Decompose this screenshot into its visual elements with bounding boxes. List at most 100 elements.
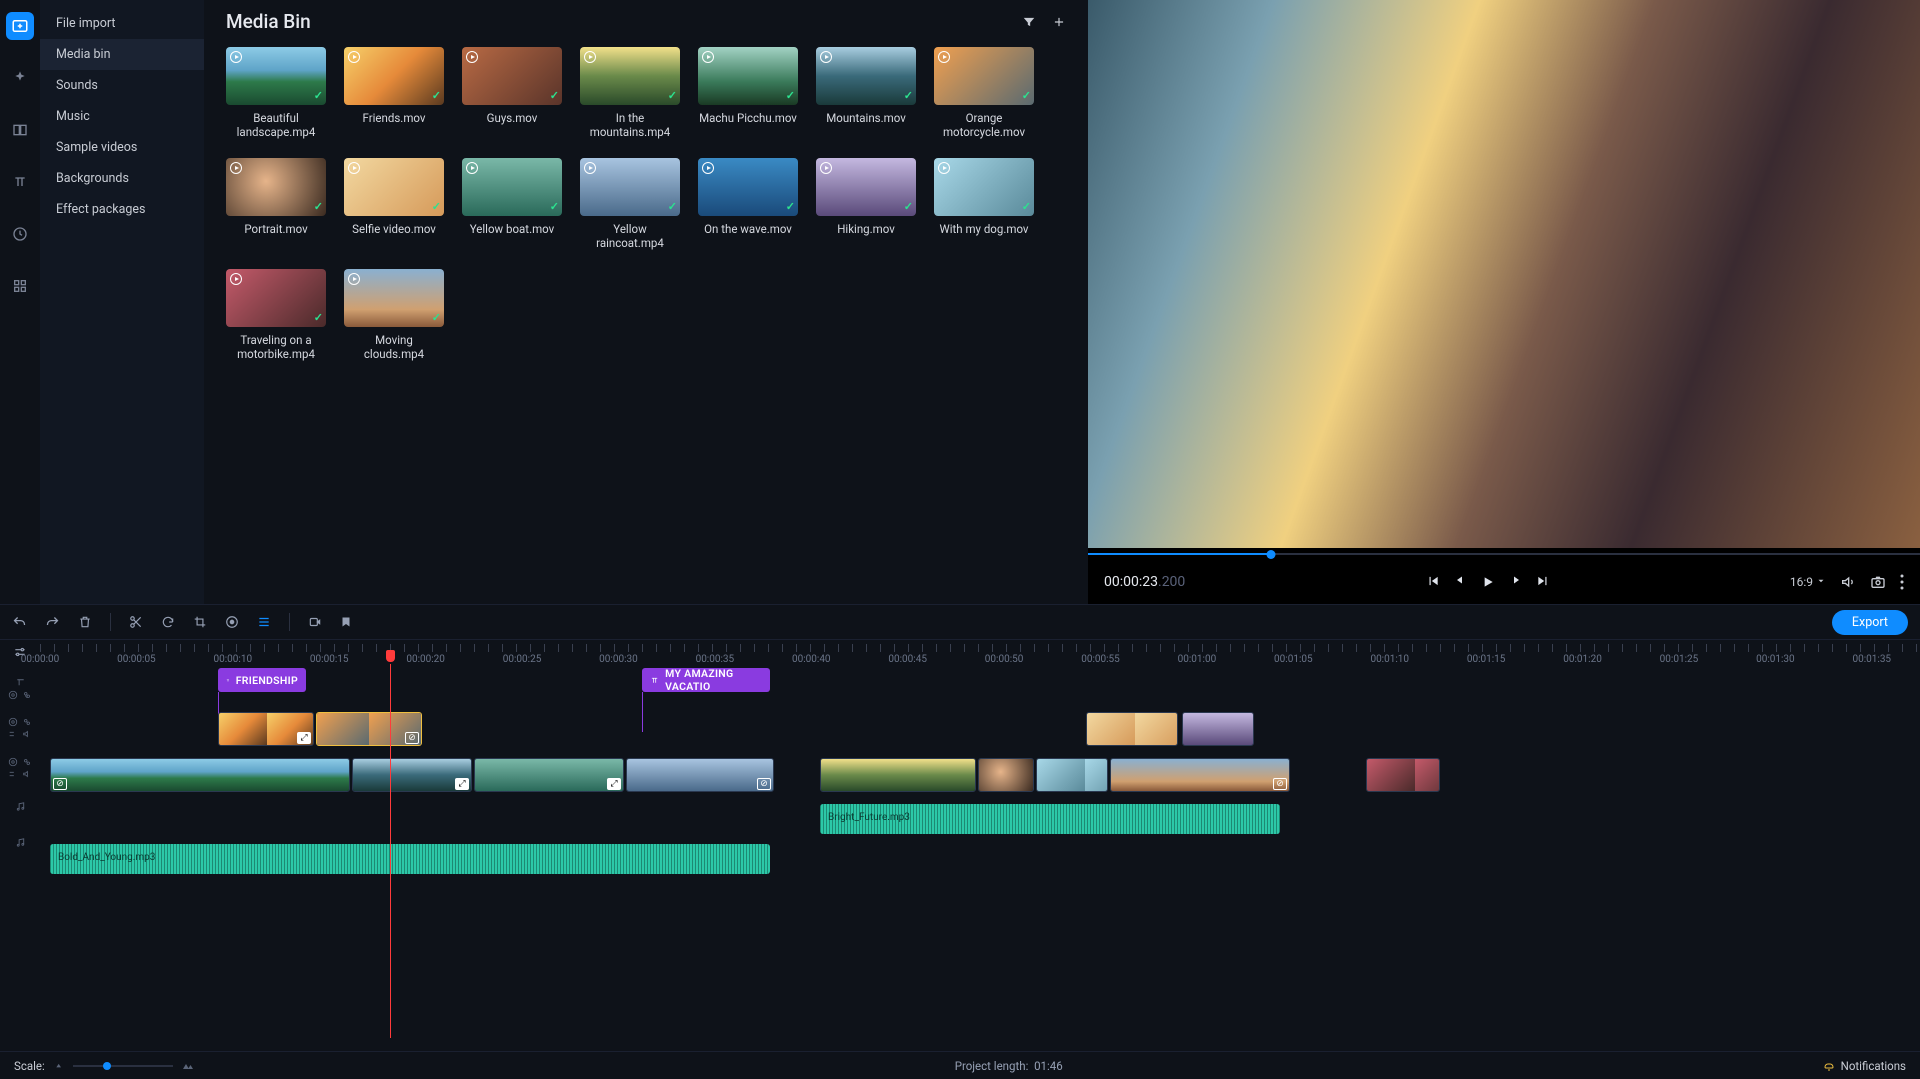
frame-back-icon[interactable] (1454, 574, 1466, 590)
media-item[interactable]: ✓With my dog.mov (934, 158, 1034, 251)
playhead[interactable] (390, 664, 391, 1038)
notifications-button[interactable]: Notifications (1823, 1059, 1906, 1073)
media-item[interactable]: ✓ Yellow boat.mov (462, 158, 562, 251)
title-clip[interactable]: FRIENDSHIP (218, 668, 306, 692)
delete-icon[interactable] (78, 615, 92, 630)
media-item[interactable]: ✓Yellow raincoat.mp4 (580, 158, 680, 251)
filters-rail-icon[interactable] (6, 64, 34, 92)
snapshot-icon[interactable] (1870, 574, 1886, 590)
undo-icon[interactable] (12, 615, 27, 630)
media-item[interactable]: ✓Orange motorcycle.mov (934, 47, 1034, 140)
split-icon[interactable] (129, 615, 143, 629)
scale-slider[interactable] (73, 1065, 173, 1067)
media-label: In the mountains.mp4 (580, 111, 680, 140)
rotate-icon[interactable] (161, 615, 175, 629)
preview-canvas[interactable] (1088, 0, 1920, 548)
video-clip[interactable] (1182, 712, 1254, 746)
volume-icon[interactable] (1840, 574, 1856, 590)
media-thumbnail: ✓ (816, 158, 916, 216)
zoom-in-icon[interactable] (181, 1060, 195, 1072)
media-item[interactable]: ✓Friends.mov (344, 47, 444, 140)
aspect-ratio-label[interactable]: 16:9 (1790, 575, 1826, 589)
status-bar: Scale: Project length: 01:46 Notificatio… (0, 1051, 1920, 1079)
transitions-rail-icon[interactable] (6, 116, 34, 144)
side-item-effect-packages[interactable]: Effect packages (40, 194, 204, 225)
timeline-toolbar: Export (0, 604, 1920, 640)
overlay-track[interactable]: ⤢⊘ (40, 710, 1920, 750)
side-item-sounds[interactable]: Sounds (40, 70, 204, 101)
crop-icon[interactable] (193, 615, 207, 629)
audio-track-b[interactable]: Bold_And_Young.mp3 (40, 842, 1920, 876)
media-item[interactable]: ✓Beautiful landscape.mp4 (226, 47, 326, 140)
clip-props-icon[interactable] (257, 615, 271, 629)
filter-icon[interactable] (1022, 15, 1036, 29)
side-item-media-bin[interactable]: Media bin (40, 39, 204, 70)
video-clip[interactable] (1086, 712, 1178, 746)
zoom-out-icon[interactable] (53, 1061, 65, 1071)
main-track-head[interactable] (0, 748, 40, 788)
stickers-rail-icon[interactable] (6, 220, 34, 248)
audio-a-track-head[interactable] (0, 788, 40, 824)
more-rail-icon[interactable] (6, 272, 34, 300)
overlay-track-head[interactable] (0, 708, 40, 748)
video-clip[interactable]: ⊘ (50, 758, 350, 792)
media-item[interactable]: ✓Machu Picchu.mov (698, 47, 798, 140)
media-label: Machu Picchu.mov (699, 111, 797, 125)
export-button[interactable]: Export (1832, 610, 1908, 635)
media-item[interactable]: ✓Portrait.mov (226, 158, 326, 251)
next-clip-icon[interactable] (1536, 574, 1550, 590)
video-clip[interactable] (978, 758, 1034, 792)
media-item[interactable]: ✓Moving clouds.mp4 (344, 269, 444, 362)
media-item[interactable]: ✓Traveling on a motorbike.mp4 (226, 269, 326, 362)
record-icon[interactable] (308, 615, 322, 629)
media-thumbnail: ✓ (816, 47, 916, 105)
side-item-sample-videos[interactable]: Sample videos (40, 132, 204, 163)
title-clip[interactable]: MY AMAZING VACATIO (642, 668, 770, 692)
media-thumbnail: ✓ (580, 47, 680, 105)
play-icon[interactable] (1480, 574, 1496, 590)
side-item-file-import[interactable]: File import (40, 8, 204, 39)
video-clip[interactable]: ⤢ (352, 758, 472, 792)
audio-b-track-head[interactable] (0, 824, 40, 860)
video-clip[interactable]: ⊘ (1110, 758, 1290, 792)
title-track[interactable]: FRIENDSHIP MY AMAZING VACATIO (40, 664, 1920, 704)
media-grid: ✓Beautiful landscape.mp4✓Friends.mov✓Guy… (226, 47, 1066, 361)
video-clip[interactable]: ⊘ (626, 758, 774, 792)
audio-clip[interactable]: Bright_Future.mp3 (820, 804, 1280, 834)
main-video-track[interactable]: ⊘⤢⤢⊘⊘ (40, 756, 1920, 796)
video-clip[interactable] (1366, 758, 1440, 792)
audio-clip[interactable]: Bold_And_Young.mp3 (50, 844, 770, 874)
media-thumbnail: ✓ (580, 158, 680, 216)
redo-icon[interactable] (45, 615, 60, 630)
import-rail-icon[interactable] (6, 12, 34, 40)
video-clip[interactable]: ⊘ (316, 712, 422, 746)
audio-track-a[interactable]: Bright_Future.mp3 (40, 802, 1920, 836)
media-label: Beautiful landscape.mp4 (226, 111, 326, 140)
add-icon[interactable] (1052, 15, 1066, 29)
color-icon[interactable] (225, 615, 239, 629)
media-thumbnail: ✓ (344, 47, 444, 105)
side-item-music[interactable]: Music (40, 101, 204, 132)
marker-icon[interactable] (340, 615, 352, 629)
title-track-head[interactable] (0, 668, 40, 708)
media-item[interactable]: ✓ Mountains.mov (816, 47, 916, 140)
video-clip[interactable] (1036, 758, 1108, 792)
preview-more-icon[interactable] (1900, 574, 1904, 590)
video-clip[interactable] (820, 758, 976, 792)
titles-rail-icon[interactable] (6, 168, 34, 196)
video-clip[interactable]: ⤢ (218, 712, 314, 746)
media-bin-panel: Media Bin ✓Beautiful landscape.mp4✓Frien… (204, 0, 1088, 604)
prev-clip-icon[interactable] (1426, 574, 1440, 590)
media-label: Mountains.mov (826, 111, 906, 125)
media-item[interactable]: ✓Guys.mov (462, 47, 562, 140)
media-item[interactable]: ✓ In the mountains.mp4 (580, 47, 680, 140)
video-clip[interactable]: ⤢ (474, 758, 624, 792)
media-item[interactable]: ✓Hiking.mov (816, 158, 916, 251)
preview-scrubber[interactable] (1088, 548, 1920, 560)
media-thumbnail: ✓ (462, 158, 562, 216)
media-label: Yellow boat.mov (470, 222, 554, 236)
frame-fwd-icon[interactable] (1510, 574, 1522, 590)
media-item[interactable]: ✓On the wave.mov (698, 158, 798, 251)
side-item-backgrounds[interactable]: Backgrounds (40, 163, 204, 194)
media-item[interactable]: ✓Selfie video.mov (344, 158, 444, 251)
